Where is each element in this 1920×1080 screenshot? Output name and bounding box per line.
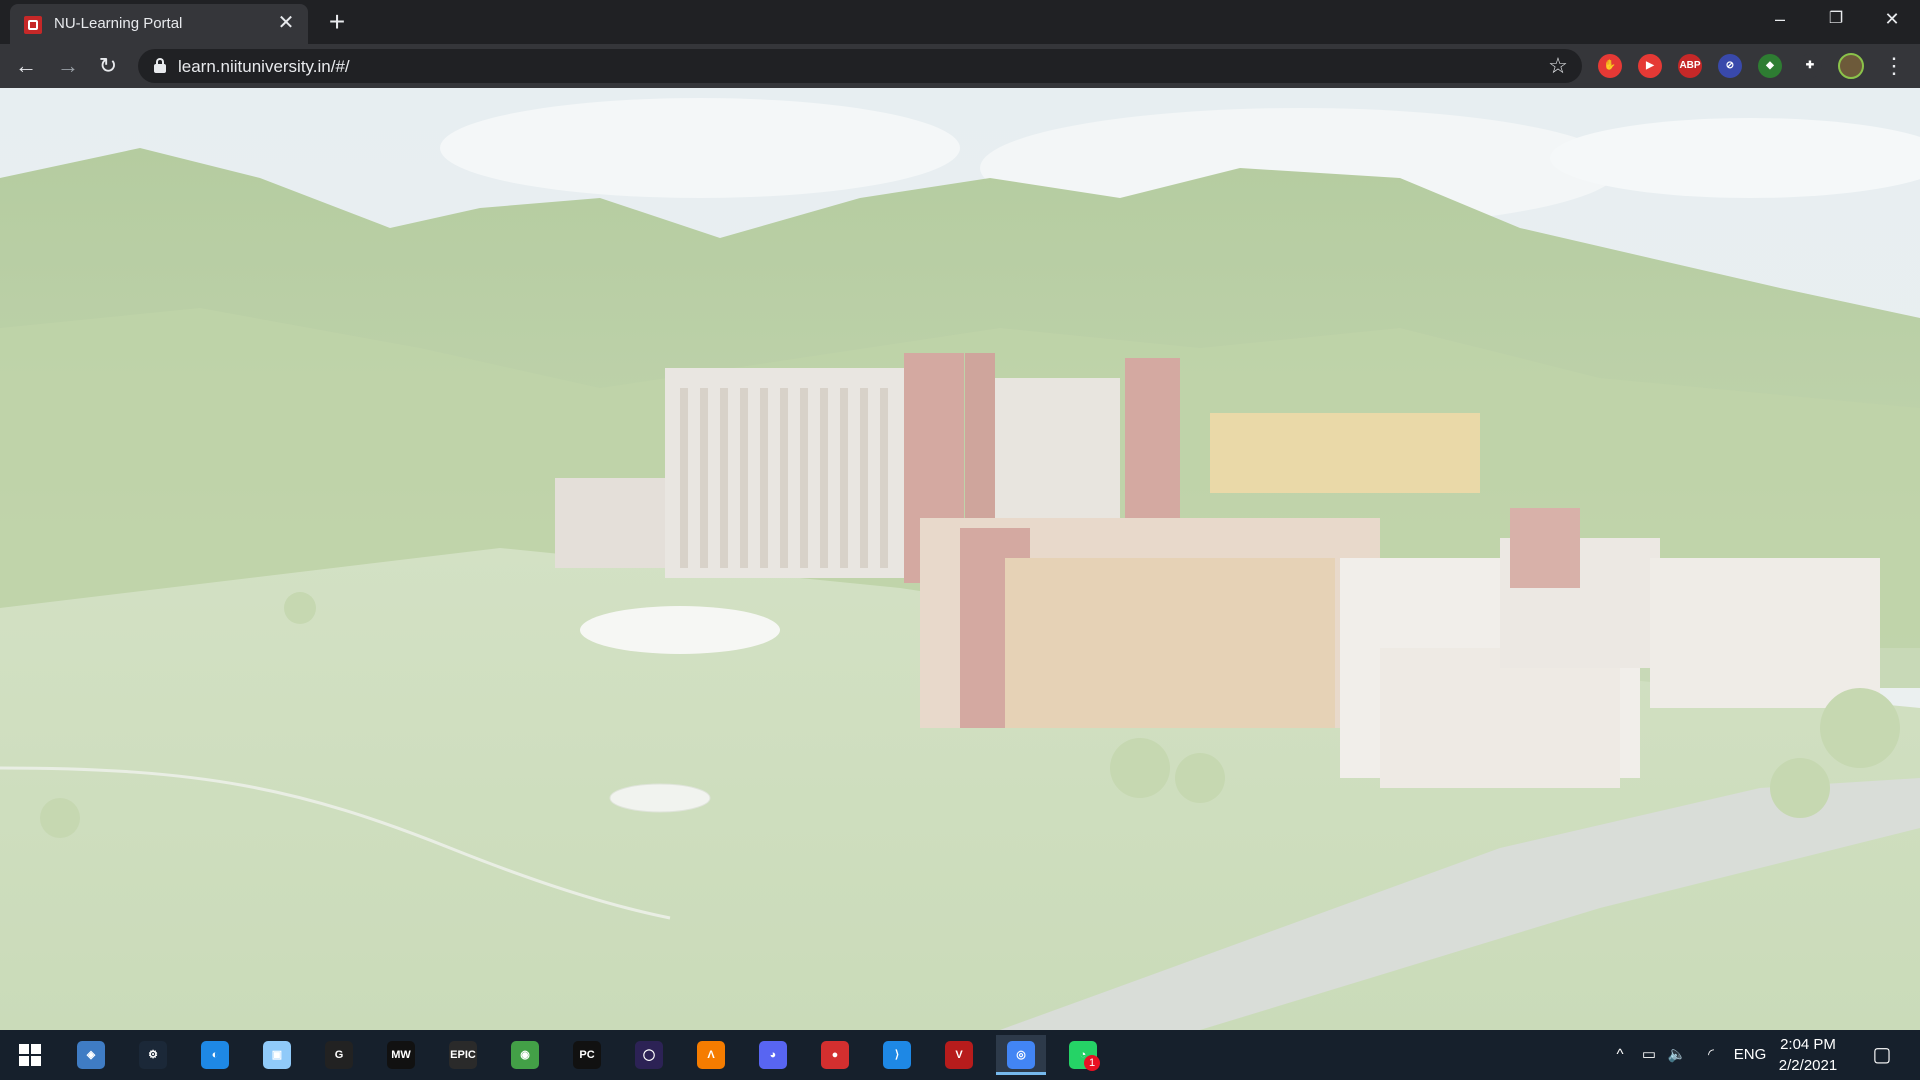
eclipse-icon: ◯ xyxy=(635,1041,663,1069)
taskbar-app-blue-app[interactable]: ◐ xyxy=(190,1035,240,1075)
cube-app-icon: ▣ xyxy=(263,1041,291,1069)
taskbar-app-discord[interactable]: ◕ xyxy=(748,1035,798,1075)
orange-app-icon: Λ xyxy=(697,1041,725,1069)
windows-taskbar: ◈ ⚙ ◐ ▣ G MW EPIC ◉ PC ◯ Λ ◕ ● ⟩ V ◎ ◔ 1 ^ ▭ 🔈 ◜ ENG 2:04… xyxy=(0,1030,1920,1080)
taskbar-app-pycharm[interactable]: PC xyxy=(562,1035,612,1075)
adblock-plus-icon[interactable]: ABP xyxy=(1678,54,1702,78)
epic-games-icon: EPIC xyxy=(449,1041,477,1069)
logitech-g-icon: G xyxy=(325,1041,353,1069)
chrome-icon: ◎ xyxy=(1007,1041,1035,1069)
taskbar-app-chrome[interactable]: ◎ xyxy=(996,1035,1046,1075)
pycharm-icon: PC xyxy=(573,1041,601,1069)
blocker-extension-icon[interactable]: ⊘ xyxy=(1718,54,1742,78)
taskbar-app-virtualbox[interactable]: ◈ xyxy=(66,1035,116,1075)
taskbar-app-map-pin-app[interactable]: ◉ xyxy=(500,1035,550,1075)
valorant-icon: V xyxy=(945,1041,973,1069)
address-bar[interactable]: learn.niituniversity.in/#/ ☆ xyxy=(138,49,1582,83)
browser-menu-icon[interactable]: ⋮ xyxy=(1882,50,1906,82)
lock-icon[interactable] xyxy=(154,58,166,73)
browser-toolbar: ← → ↻ learn.niituniversity.in/#/ ☆ ✋ ▶ ABP… xyxy=(0,44,1920,88)
taskbar-app-orange-app[interactable]: Λ xyxy=(686,1035,736,1075)
bookmark-star-icon[interactable]: ☆ xyxy=(1544,52,1572,80)
window-close-button[interactable]: ✕ xyxy=(1864,0,1920,40)
map-pin-app-icon: ◉ xyxy=(511,1041,539,1069)
start-button[interactable] xyxy=(5,1035,55,1075)
tab-title: NU-Learning Portal xyxy=(54,15,183,32)
reload-button[interactable]: ↻ xyxy=(92,50,124,82)
windows-logo-icon xyxy=(19,1044,41,1066)
clock-time[interactable]: 2:04 PM xyxy=(1768,1036,1848,1053)
site-favicon-icon xyxy=(24,16,42,34)
hand-extension-icon[interactable]: ✋ xyxy=(1598,54,1622,78)
page-viewport xyxy=(0,88,1920,1030)
back-button[interactable]: ← xyxy=(10,50,42,82)
clock-date[interactable]: 2/2/2021 xyxy=(1768,1057,1848,1074)
extensions-puzzle-icon[interactable]: ✚ xyxy=(1798,54,1822,78)
active-tab[interactable]: NU-Learning Portal ✕ xyxy=(10,4,308,44)
blue-app-icon: ◐ xyxy=(201,1041,229,1069)
vscode-icon: ⟩ xyxy=(883,1041,911,1069)
volume-icon[interactable]: 🔈 xyxy=(1664,1030,1690,1080)
taskbar-app-logitech-g[interactable]: G xyxy=(314,1035,364,1075)
new-tab-button[interactable]: + xyxy=(322,8,352,38)
youtube-extension-icon[interactable]: ▶ xyxy=(1638,54,1662,78)
colorful-extension-icon[interactable]: ◆ xyxy=(1758,54,1782,78)
mw-app-icon: MW xyxy=(387,1041,415,1069)
action-center-notification-icon[interactable]: ▢ xyxy=(1864,1030,1900,1080)
taskbar-app-cube-app[interactable]: ▣ xyxy=(252,1035,302,1075)
taskbar-app-steam[interactable]: ⚙ xyxy=(128,1035,178,1075)
taskbar-app-whatsapp[interactable]: ◔ 1 xyxy=(1058,1035,1108,1075)
wifi-icon[interactable]: ◜ xyxy=(1698,1030,1724,1080)
show-hidden-icons-chevron-icon[interactable]: ^ xyxy=(1608,1030,1632,1080)
minimize-button[interactable]: – xyxy=(1752,0,1808,40)
url-text[interactable]: learn.niituniversity.in/#/ xyxy=(178,57,350,77)
forward-button[interactable]: → xyxy=(52,50,84,82)
record-icon: ● xyxy=(821,1041,849,1069)
taskbar-app-eclipse[interactable]: ◯ xyxy=(624,1035,674,1075)
taskbar-app-valorant[interactable]: V xyxy=(934,1035,984,1075)
notification-badge: 1 xyxy=(1084,1055,1100,1071)
tab-strip: NU-Learning Portal ✕ + – ❐ ✕ xyxy=(0,0,1920,44)
profile-avatar[interactable] xyxy=(1838,53,1864,79)
virtualbox-icon: ◈ xyxy=(77,1041,105,1069)
input-language-indicator[interactable]: ENG xyxy=(1730,1030,1770,1080)
steam-icon: ⚙ xyxy=(139,1041,167,1069)
taskbar-app-record[interactable]: ● xyxy=(810,1035,860,1075)
restore-button[interactable]: ❐ xyxy=(1808,0,1864,40)
taskbar-app-vscode[interactable]: ⟩ xyxy=(872,1035,922,1075)
battery-icon[interactable]: ▭ xyxy=(1636,1030,1662,1080)
discord-icon: ◕ xyxy=(759,1041,787,1069)
tab-close-icon[interactable]: ✕ xyxy=(274,11,298,35)
campus-background-image xyxy=(0,88,1920,1030)
taskbar-app-epic-games[interactable]: EPIC xyxy=(438,1035,488,1075)
taskbar-app-mw-app[interactable]: MW xyxy=(376,1035,426,1075)
